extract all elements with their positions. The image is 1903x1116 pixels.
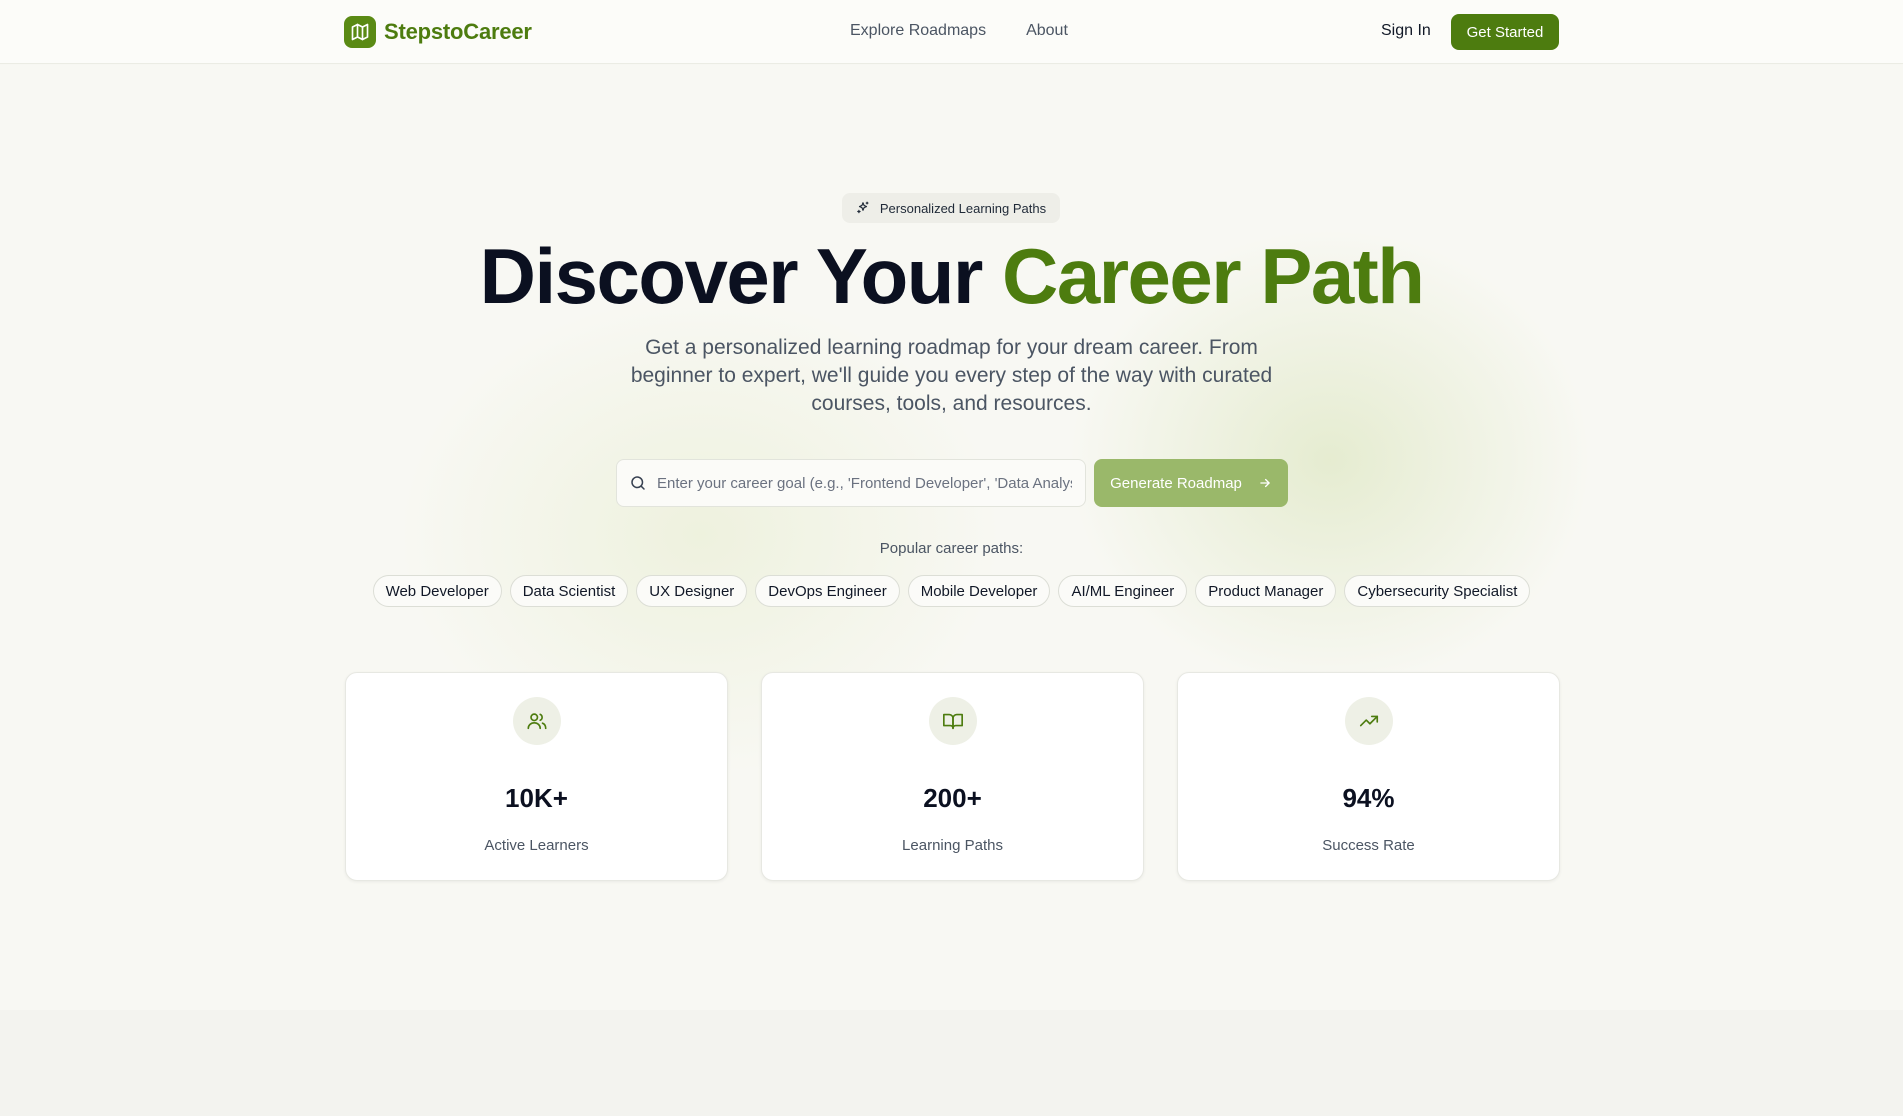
nav-links: Explore Roadmaps About [850,22,1068,40]
career-goal-input[interactable] [657,474,1072,492]
headline-main: Discover Your [479,232,1002,320]
chip-devops-engineer[interactable]: DevOps Engineer [755,575,900,607]
popular-paths-label: Popular career paths: [879,540,1024,557]
search-icon [631,476,645,490]
generate-roadmap-label: Generate Roadmap [1110,474,1242,492]
chip-data-scientist[interactable]: Data Scientist [509,575,629,607]
nav-link-explore-roadmaps[interactable]: Explore Roadmaps [850,22,986,40]
get-started-button[interactable]: Get Started [1451,14,1559,50]
stat-label: Active Learners [484,837,589,854]
popular-paths-list: Web Developer Data Scientist UX Designer… [0,575,1903,607]
career-search [616,459,1086,507]
chip-product-manager[interactable]: Product Manager [1195,575,1337,607]
hero-subtitle: Get a personalized learning roadmap for … [630,336,1273,415]
sparkles-icon [857,201,869,214]
hero-badge: Personalized Learning Paths [842,193,1060,223]
top-nav: StepstoCareer Explore Roadmaps About Sig… [0,0,1903,64]
users-icon [513,697,561,745]
generate-roadmap-button[interactable]: Generate Roadmap [1094,459,1288,507]
stat-label: Success Rate [1322,837,1415,854]
chip-web-developer[interactable]: Web Developer [372,575,502,607]
stat-value: 10K+ [505,783,568,813]
book-open-icon [929,697,977,745]
stat-label: Learning Paths [902,837,1003,854]
stat-card-learners: 10K+ Active Learners [345,672,728,881]
chip-cybersecurity-specialist[interactable]: Cybersecurity Specialist [1344,575,1531,607]
page-title: Discover Your Career Path [0,228,1903,324]
chip-mobile-developer[interactable]: Mobile Developer [907,575,1051,607]
stat-value: 94% [1342,783,1395,813]
stat-value: 200+ [923,783,982,813]
brand-name: StepstoCareer [384,19,532,44]
brand-logo[interactable]: StepstoCareer [344,16,532,48]
nav-link-about[interactable]: About [1026,22,1068,40]
map-icon [344,16,376,48]
stats-row: 10K+ Active Learners 200+ Learning Paths… [345,672,1560,881]
chip-ai-ml-engineer[interactable]: AI/ML Engineer [1058,575,1188,607]
arrow-right-icon [1260,478,1270,488]
stat-card-success: 94% Success Rate [1177,672,1560,881]
headline-accent: Career Path [1001,232,1425,320]
stat-card-paths: 200+ Learning Paths [761,672,1144,881]
hero-badge-label: Personalized Learning Paths [879,200,1047,216]
chip-ux-designer[interactable]: UX Designer [636,575,748,607]
sign-in-link[interactable]: Sign In [1381,22,1431,40]
page: StepstoCareer Explore Roadmaps About Sig… [0,0,1903,1116]
footer-band [0,1010,1903,1116]
trending-up-icon [1345,697,1393,745]
